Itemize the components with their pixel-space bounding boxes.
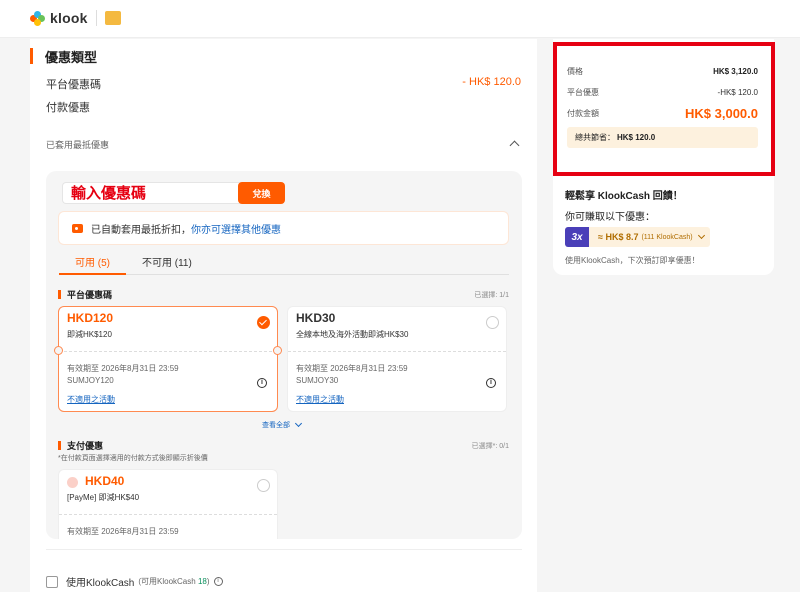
chevron-down-icon <box>294 419 303 428</box>
checked-icon[interactable] <box>257 316 270 329</box>
exclusions-link[interactable]: 不適用之活動 <box>67 394 115 405</box>
info-icon[interactable]: i <box>486 378 496 388</box>
coupon-validity: 有效期至 2026年8月31日 23:59 <box>296 364 408 373</box>
payme-icon <box>67 477 78 488</box>
brand-name: klook <box>50 10 88 26</box>
use-klookcash-checkbox[interactable] <box>46 575 58 588</box>
section-header: 優惠類型 <box>30 47 97 65</box>
coupon-validity: 有效期至 2026年8月31日 23:59 <box>67 527 179 536</box>
section-divider <box>46 549 522 550</box>
multiplier-badge: 3x <box>565 227 589 247</box>
payment-group-header: 支付優惠 已選擇*: 0/1 <box>58 439 509 452</box>
use-klookcash-row[interactable]: 使用KlookCash (可用KlookCash 18) i <box>46 574 223 589</box>
unchecked-icon[interactable] <box>257 479 270 492</box>
coupon-card-hkd120[interactable]: HKD120 即減HK$120 有效期至 2026年8月31日 23:59 SU… <box>54 306 282 412</box>
coupon-code: HKD30 <box>296 311 336 325</box>
klookcash-footnote: 使用KlookCash，下次預訂即享優惠！ <box>565 256 700 265</box>
auto-applied-notice: 已自動套用最抵折扣， 你亦可選擇其他優惠 <box>58 211 509 245</box>
coupon-code: HKD120 <box>67 311 114 325</box>
promo-selector: 兌換 已自動套用最抵折扣， 你亦可選擇其他優惠 可用 (5) 不可用 (11) … <box>46 171 522 539</box>
platform-promo-row: 平台優惠碼 - HK$ 120.0 <box>46 76 521 92</box>
unchecked-icon[interactable] <box>486 316 499 329</box>
klookcash-earn-text: 你可賺取以下優惠： <box>565 212 655 223</box>
coupon-code: HKD40 <box>85 474 125 488</box>
klookcash-amount: ≈ HK$ 8.7 (111 KlookCash) <box>589 227 710 247</box>
platform-promo-value: - HK$ 120.0 <box>462 76 521 88</box>
tab-unavailable[interactable]: 不可用 (11) <box>126 251 208 275</box>
logo-divider <box>95 10 97 26</box>
klookcash-title: 輕鬆享 KlookCash 回饋！ <box>565 191 683 202</box>
promo-code-input[interactable] <box>62 182 240 204</box>
coupon-icon <box>72 223 83 233</box>
highlight-box <box>553 42 775 176</box>
coupon-notch <box>54 346 63 355</box>
group-accent-bar <box>58 290 61 299</box>
section-title: 優惠類型 <box>45 49 98 65</box>
coupon-sub-code: SUMJOY30 <box>296 376 339 385</box>
klook-logo[interactable]: klook <box>30 10 121 26</box>
use-klookcash-label: 使用KlookCash <box>66 578 135 589</box>
coupon-divider <box>59 514 277 515</box>
coupon-divider <box>288 351 506 352</box>
klookcash-available: (可用KlookCash 18) <box>138 577 210 586</box>
promo-tabs: 可用 (5) 不可用 (11) <box>59 251 509 275</box>
section-accent-bar <box>30 48 33 64</box>
platform-group-count: 已選擇: 1/1 <box>474 291 509 299</box>
coupon-notch <box>273 346 282 355</box>
coupon-card-hkd40[interactable]: HKD40 [PayMe] 即減HK$40 有效期至 2026年8月31日 23… <box>58 469 278 539</box>
group-accent-bar <box>58 441 61 450</box>
payment-group-title: 支付優惠 <box>58 439 103 452</box>
info-icon[interactable]: i <box>213 577 223 586</box>
klookcash-reward-pill[interactable]: 3x ≈ HK$ 8.7 (111 KlookCash) <box>565 227 710 247</box>
exclusions-link[interactable]: 不適用之活動 <box>296 394 344 405</box>
coupon-validity: 有效期至 2026年8月31日 23:59 <box>67 364 179 373</box>
view-all-button[interactable]: 查看全部 <box>262 419 303 430</box>
platform-group-title: 平台優惠碼 <box>58 288 112 301</box>
auto-applied-text: 已自動套用最抵折扣， <box>91 224 191 236</box>
chevron-up-icon[interactable] <box>509 140 520 151</box>
promo-panel: 優惠類型 平台優惠碼 - HK$ 120.0 付款優惠 已套用最抵優惠 兌換 已… <box>30 39 537 592</box>
klook-logo-icon <box>30 10 45 26</box>
applied-promo-toggle[interactable]: 已套用最抵優惠 <box>46 138 521 151</box>
tab-available[interactable]: 可用 (5) <box>59 251 126 275</box>
coupon-sub-code: SUMJOY120 <box>67 376 114 385</box>
coupon-desc: 即減HK$120 <box>67 330 112 339</box>
coupon-divider <box>59 351 277 352</box>
payment-promo-row: 付款優惠 <box>46 99 521 115</box>
choose-other-link[interactable]: 你亦可選擇其他優惠 <box>191 221 281 236</box>
redeem-button[interactable]: 兌換 <box>238 182 285 204</box>
info-icon[interactable]: i <box>257 378 267 388</box>
payment-group-note: *在付款頁面選擇適用的付款方式後即顯示折後價 <box>58 455 208 462</box>
platform-promo-label: 平台優惠碼 <box>46 79 101 91</box>
platform-group-header: 平台優惠碼 已選擇: 1/1 <box>58 288 509 301</box>
coupon-desc: [PayMe] 即減HK$40 <box>67 493 140 502</box>
top-header: klook <box>0 0 800 38</box>
partner-logo-icon <box>104 11 121 25</box>
payment-group-count: 已選擇*: 0/1 <box>471 442 509 450</box>
coupon-desc: 全線本地及海外活動即減HK$30 <box>296 330 409 339</box>
applied-promo-label: 已套用最抵優惠 <box>46 140 110 150</box>
chevron-down-icon[interactable] <box>697 231 705 240</box>
payment-promo-label: 付款優惠 <box>46 102 90 114</box>
coupon-card-hkd30[interactable]: HKD30 全線本地及海外活動即減HK$30 有效期至 2026年8月31日 2… <box>287 306 507 412</box>
